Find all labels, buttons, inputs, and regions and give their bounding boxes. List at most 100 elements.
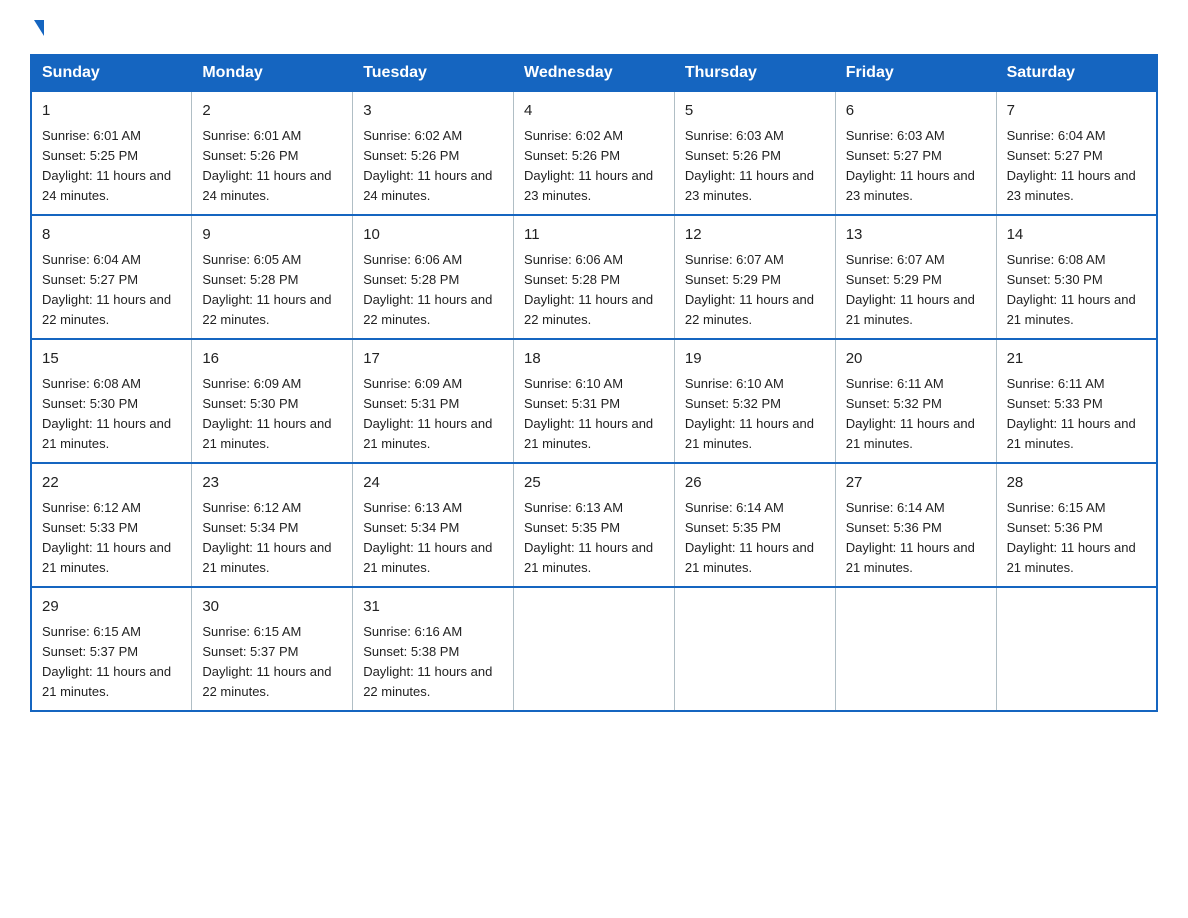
day-number: 14: [1007, 224, 1146, 247]
calendar-cell: 8 Sunrise: 6:04 AMSunset: 5:27 PMDaylight…: [31, 215, 192, 339]
calendar-cell: 25 Sunrise: 6:13 AMSunset: 5:35 PMDayligh…: [514, 463, 675, 587]
day-number: 22: [42, 472, 181, 495]
day-number: 29: [42, 596, 181, 619]
day-info: Sunrise: 6:09 AMSunset: 5:30 PMDaylight:…: [202, 374, 342, 455]
day-info: Sunrise: 6:15 AMSunset: 5:37 PMDaylight:…: [42, 622, 181, 703]
calendar-cell: 3 Sunrise: 6:02 AMSunset: 5:26 PMDaylight…: [353, 91, 514, 215]
day-number: 13: [846, 224, 986, 247]
day-number: 28: [1007, 472, 1146, 495]
calendar-cell: 20 Sunrise: 6:11 AMSunset: 5:32 PMDayligh…: [835, 339, 996, 463]
day-number: 6: [846, 100, 986, 123]
day-number: 2: [202, 100, 342, 123]
day-number: 1: [42, 100, 181, 123]
calendar-cell: 2 Sunrise: 6:01 AMSunset: 5:26 PMDaylight…: [192, 91, 353, 215]
calendar-cell: 31Sunrise: 6:16 AMSunset: 5:38 PMDayligh…: [353, 587, 514, 711]
day-info: Sunrise: 6:05 AMSunset: 5:28 PMDaylight:…: [202, 250, 342, 331]
day-info: Sunrise: 6:06 AMSunset: 5:28 PMDaylight:…: [363, 250, 503, 331]
calendar-week-row: 15 Sunrise: 6:08 AMSunset: 5:30 PMDayligh…: [31, 339, 1157, 463]
day-info: Sunrise: 6:16 AMSunset: 5:38 PMDaylight:…: [363, 622, 503, 703]
day-info: Sunrise: 6:14 AMSunset: 5:35 PMDaylight:…: [685, 498, 825, 579]
day-number: 21: [1007, 348, 1146, 371]
calendar-cell: 24Sunrise: 6:13 AMSunset: 5:34 PMDayligh…: [353, 463, 514, 587]
logo-arrow-icon: [34, 20, 44, 36]
calendar-cell: 11Sunrise: 6:06 AMSunset: 5:28 PMDayligh…: [514, 215, 675, 339]
day-info: Sunrise: 6:01 AMSunset: 5:25 PMDaylight:…: [42, 126, 181, 207]
day-number: 17: [363, 348, 503, 371]
day-info: Sunrise: 6:02 AMSunset: 5:26 PMDaylight:…: [363, 126, 503, 207]
calendar-cell: 18Sunrise: 6:10 AMSunset: 5:31 PMDayligh…: [514, 339, 675, 463]
day-info: Sunrise: 6:08 AMSunset: 5:30 PMDaylight:…: [42, 374, 181, 455]
calendar-week-row: 1 Sunrise: 6:01 AMSunset: 5:25 PMDaylight…: [31, 91, 1157, 215]
calendar-week-row: 8 Sunrise: 6:04 AMSunset: 5:27 PMDaylight…: [31, 215, 1157, 339]
calendar-cell: 21 Sunrise: 6:11 AMSunset: 5:33 PMDayligh…: [996, 339, 1157, 463]
calendar-week-row: 22 Sunrise: 6:12 AMSunset: 5:33 PMDayligh…: [31, 463, 1157, 587]
day-of-week-header: Wednesday: [514, 55, 675, 91]
day-number: 20: [846, 348, 986, 371]
calendar-cell: 26 Sunrise: 6:14 AMSunset: 5:35 PMDayligh…: [674, 463, 835, 587]
calendar-cell: 7 Sunrise: 6:04 AMSunset: 5:27 PMDaylight…: [996, 91, 1157, 215]
day-info: Sunrise: 6:08 AMSunset: 5:30 PMDaylight:…: [1007, 250, 1146, 331]
calendar-cell: 4Sunrise: 6:02 AMSunset: 5:26 PMDaylight…: [514, 91, 675, 215]
day-info: Sunrise: 6:07 AMSunset: 5:29 PMDaylight:…: [685, 250, 825, 331]
calendar-cell: 6 Sunrise: 6:03 AMSunset: 5:27 PMDaylight…: [835, 91, 996, 215]
day-number: 7: [1007, 100, 1146, 123]
calendar-cell: 14 Sunrise: 6:08 AMSunset: 5:30 PMDayligh…: [996, 215, 1157, 339]
day-info: Sunrise: 6:14 AMSunset: 5:36 PMDaylight:…: [846, 498, 986, 579]
day-number: 26: [685, 472, 825, 495]
day-number: 27: [846, 472, 986, 495]
day-number: 19: [685, 348, 825, 371]
calendar-cell: 27 Sunrise: 6:14 AMSunset: 5:36 PMDayligh…: [835, 463, 996, 587]
day-info: Sunrise: 6:03 AMSunset: 5:26 PMDaylight:…: [685, 126, 825, 207]
day-info: Sunrise: 6:12 AMSunset: 5:33 PMDaylight:…: [42, 498, 181, 579]
day-info: Sunrise: 6:13 AMSunset: 5:35 PMDaylight:…: [524, 498, 664, 579]
day-number: 8: [42, 224, 181, 247]
calendar-cell: 15 Sunrise: 6:08 AMSunset: 5:30 PMDayligh…: [31, 339, 192, 463]
day-of-week-header: Tuesday: [353, 55, 514, 91]
calendar-cell: [674, 587, 835, 711]
calendar-cell: [996, 587, 1157, 711]
day-info: Sunrise: 6:01 AMSunset: 5:26 PMDaylight:…: [202, 126, 342, 207]
calendar-cell: 23Sunrise: 6:12 AMSunset: 5:34 PMDayligh…: [192, 463, 353, 587]
day-of-week-header: Thursday: [674, 55, 835, 91]
calendar-cell: 13 Sunrise: 6:07 AMSunset: 5:29 PMDayligh…: [835, 215, 996, 339]
day-number: 9: [202, 224, 342, 247]
day-number: 16: [202, 348, 342, 371]
day-number: 24: [363, 472, 503, 495]
day-number: 12: [685, 224, 825, 247]
calendar-cell: 16 Sunrise: 6:09 AMSunset: 5:30 PMDayligh…: [192, 339, 353, 463]
day-number: 10: [363, 224, 503, 247]
day-number: 3: [363, 100, 503, 123]
calendar-cell: 9 Sunrise: 6:05 AMSunset: 5:28 PMDaylight…: [192, 215, 353, 339]
day-of-week-header: Friday: [835, 55, 996, 91]
day-number: 15: [42, 348, 181, 371]
calendar-cell: 30Sunrise: 6:15 AMSunset: 5:37 PMDayligh…: [192, 587, 353, 711]
day-info: Sunrise: 6:15 AMSunset: 5:36 PMDaylight:…: [1007, 498, 1146, 579]
day-info: Sunrise: 6:07 AMSunset: 5:29 PMDaylight:…: [846, 250, 986, 331]
day-info: Sunrise: 6:11 AMSunset: 5:32 PMDaylight:…: [846, 374, 986, 455]
day-of-week-header: Monday: [192, 55, 353, 91]
calendar-cell: 1 Sunrise: 6:01 AMSunset: 5:25 PMDaylight…: [31, 91, 192, 215]
day-number: 25: [524, 472, 664, 495]
calendar-week-row: 29 Sunrise: 6:15 AMSunset: 5:37 PMDayligh…: [31, 587, 1157, 711]
calendar-cell: 5Sunrise: 6:03 AMSunset: 5:26 PMDaylight…: [674, 91, 835, 215]
calendar-cell: 10 Sunrise: 6:06 AMSunset: 5:28 PMDayligh…: [353, 215, 514, 339]
calendar-cell: [835, 587, 996, 711]
calendar-cell: 17Sunrise: 6:09 AMSunset: 5:31 PMDayligh…: [353, 339, 514, 463]
day-info: Sunrise: 6:11 AMSunset: 5:33 PMDaylight:…: [1007, 374, 1146, 455]
day-info: Sunrise: 6:12 AMSunset: 5:34 PMDaylight:…: [202, 498, 342, 579]
calendar-table: SundayMondayTuesdayWednesdayThursdayFrid…: [30, 54, 1158, 712]
day-info: Sunrise: 6:10 AMSunset: 5:32 PMDaylight:…: [685, 374, 825, 455]
calendar-cell: 12 Sunrise: 6:07 AMSunset: 5:29 PMDayligh…: [674, 215, 835, 339]
day-number: 11: [524, 224, 664, 247]
day-info: Sunrise: 6:03 AMSunset: 5:27 PMDaylight:…: [846, 126, 986, 207]
day-info: Sunrise: 6:04 AMSunset: 5:27 PMDaylight:…: [1007, 126, 1146, 207]
calendar-cell: 19 Sunrise: 6:10 AMSunset: 5:32 PMDayligh…: [674, 339, 835, 463]
day-number: 18: [524, 348, 664, 371]
day-info: Sunrise: 6:04 AMSunset: 5:27 PMDaylight:…: [42, 250, 181, 331]
calendar-cell: 29 Sunrise: 6:15 AMSunset: 5:37 PMDayligh…: [31, 587, 192, 711]
page-header: [30, 20, 1158, 36]
day-of-week-header: Sunday: [31, 55, 192, 91]
calendar-cell: 28 Sunrise: 6:15 AMSunset: 5:36 PMDayligh…: [996, 463, 1157, 587]
day-number: 4: [524, 100, 664, 123]
day-number: 30: [202, 596, 342, 619]
